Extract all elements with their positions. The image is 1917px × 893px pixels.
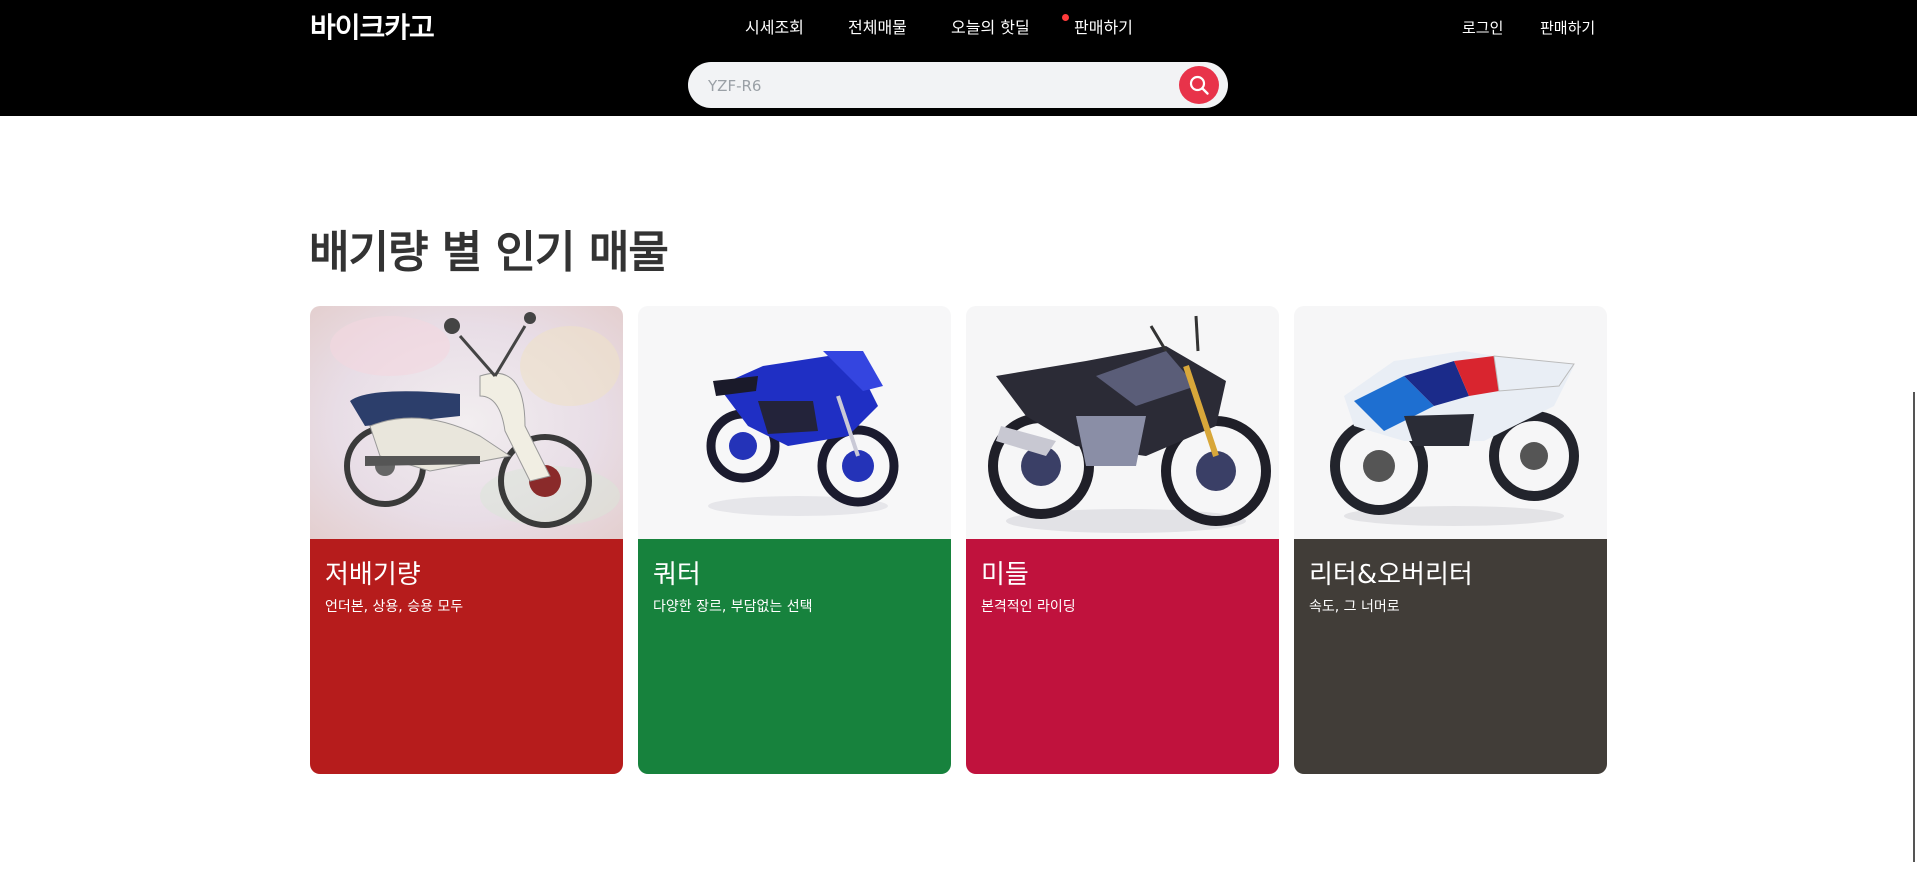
card-info: 리터&오버리터 속도, 그 너머로 [1294, 539, 1607, 774]
nav-sell[interactable]: 판매하기 [1074, 16, 1133, 40]
card-description: 다양한 장르, 부담없는 선택 [653, 599, 813, 615]
card-title: 미들 [981, 560, 1029, 590]
search-button[interactable] [1179, 66, 1219, 104]
search-input[interactable] [706, 62, 1150, 110]
card-description: 속도, 그 너머로 [1309, 599, 1400, 615]
section-title: 배기량 별 인기 매물 [309, 227, 669, 278]
scooter-image [310, 306, 623, 539]
scrollbar[interactable] [1913, 392, 1915, 862]
logo[interactable]: 바이크카고 [310, 8, 435, 48]
card-title: 리터&오버리터 [1309, 560, 1473, 590]
nav-today-hotdeal[interactable]: 오늘의 핫딜 [951, 16, 1030, 40]
category-card-low-cc[interactable]: 저배기량 언더본, 상용, 승용 모두 [310, 306, 623, 774]
login-link[interactable]: 로그인 [1462, 16, 1503, 40]
blue-sportbike-image [638, 306, 951, 539]
card-info: 쿼터 다양한 장르, 부담없는 선택 [638, 539, 951, 774]
nav-price-check[interactable]: 시세조회 [745, 16, 804, 40]
nav-all-listings[interactable]: 전체매물 [848, 16, 907, 40]
card-title: 저배기량 [325, 560, 421, 590]
category-card-middle[interactable]: 미들 본격적인 라이딩 [966, 306, 1279, 774]
card-info: 미들 본격적인 라이딩 [966, 539, 1279, 774]
category-card-quarter[interactable]: 쿼터 다양한 장르, 부담없는 선택 [638, 306, 951, 774]
superbike-image [1294, 306, 1607, 539]
search-bar [688, 62, 1228, 110]
card-description: 본격적인 라이딩 [981, 599, 1076, 615]
new-indicator-dot [1062, 14, 1069, 21]
card-title: 쿼터 [653, 560, 701, 590]
top-header: 바이크카고 시세조회 전체매물 오늘의 핫딜 판매하기 로그인 판매하기 [0, 0, 1917, 116]
sell-link[interactable]: 판매하기 [1540, 16, 1595, 40]
search-icon [1189, 75, 1209, 95]
card-description: 언더본, 상용, 승용 모두 [325, 599, 464, 615]
naked-bike-image [966, 306, 1279, 539]
card-info: 저배기량 언더본, 상용, 승용 모두 [310, 539, 623, 774]
category-card-liter[interactable]: 리터&오버리터 속도, 그 너머로 [1294, 306, 1607, 774]
